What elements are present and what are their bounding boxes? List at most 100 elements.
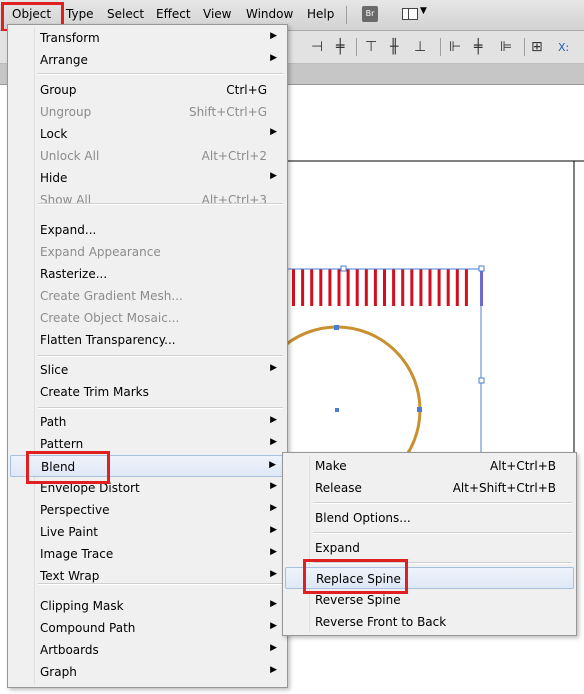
menu-item-label: Rasterize... xyxy=(40,267,108,281)
menu-item-live-paint[interactable]: Live Paint ▶ xyxy=(10,521,285,543)
menu-item-make[interactable]: Make Alt+Ctrl+B xyxy=(285,455,574,477)
shortcut-label: Alt+Ctrl+B xyxy=(490,459,556,473)
menu-item-path[interactable]: Path ▶ xyxy=(10,411,285,433)
submenu-arrow-icon: ▶ xyxy=(270,363,277,373)
blend-step xyxy=(301,269,305,306)
submenu-arrow-icon: ▶ xyxy=(270,171,277,181)
blend-step xyxy=(455,269,459,306)
anchor-point xyxy=(334,325,339,330)
menu-item-group[interactable]: Group Ctrl+G xyxy=(10,79,285,101)
menu-item-artboards[interactable]: Artboards ▶ xyxy=(10,639,285,661)
menu-separator xyxy=(38,355,283,357)
blend-step xyxy=(410,269,414,306)
menu-item-expand[interactable]: Expand... xyxy=(10,219,285,241)
menu-item-hide[interactable]: Hide ▶ xyxy=(10,167,285,189)
menu-item-label: Image Trace xyxy=(40,547,114,561)
submenu-arrow-icon: ▶ xyxy=(270,643,277,653)
blend-step xyxy=(401,269,405,306)
highlight-replace-spine-item xyxy=(303,559,408,594)
menu-item-label: Perspective xyxy=(40,503,110,517)
blend-step xyxy=(464,269,468,306)
menu-item-label: Pattern xyxy=(40,437,84,451)
menu-separator xyxy=(38,73,283,75)
submenu-arrow-icon: ▶ xyxy=(270,481,277,491)
menu-item-unlock-all: Unlock All Alt+Ctrl+2 xyxy=(10,145,285,167)
menu-item-label: Ungroup xyxy=(40,105,92,119)
submenu-arrow-icon: ▶ xyxy=(270,437,277,447)
blend-step xyxy=(355,269,359,306)
anchor-point xyxy=(417,407,422,412)
menu-item-label: Slice xyxy=(40,363,69,377)
blend-step xyxy=(310,269,314,306)
menu-separator xyxy=(38,203,283,205)
submenu-arrow-icon: ▶ xyxy=(270,525,277,535)
submenu-arrow-icon: ▶ xyxy=(270,31,277,41)
menu-item-label: Clipping Mask xyxy=(40,599,124,613)
menu-item-label: Flatten Transparency... xyxy=(40,333,176,347)
shortcut-label: Shift+Ctrl+G xyxy=(188,105,267,119)
menu-item-label: Release xyxy=(315,481,362,495)
menu-item-label: Hide xyxy=(40,171,68,185)
object-menu: Transform ▶ Arrange ▶ Group Ctrl+G Ungroup Shif… xyxy=(7,24,288,688)
menu-item-create-trim-marks[interactable]: Create Trim Marks xyxy=(10,381,285,403)
menu-item-label: Lock xyxy=(40,127,68,141)
blend-step xyxy=(437,269,441,306)
menu-item-label: Compound Path xyxy=(40,621,136,635)
menu-item-label: Text Wrap xyxy=(40,569,100,583)
selection-handle xyxy=(340,265,347,272)
menu-item-compound-path[interactable]: Compound Path ▶ xyxy=(10,617,285,639)
menu-item-clipping-mask[interactable]: Clipping Mask ▶ xyxy=(10,595,285,617)
blend-stripes xyxy=(292,269,468,306)
shortcut-label: Ctrl+G xyxy=(226,83,267,97)
menu-item-label: Make xyxy=(315,459,347,473)
menu-item-transform[interactable]: Transform ▶ xyxy=(10,27,285,49)
menu-item-release[interactable]: Release Alt+Shift+Ctrl+B xyxy=(285,477,574,499)
circle-center-point xyxy=(335,408,339,412)
menu-item-label: Graph xyxy=(40,665,77,679)
menu-item-rasterize[interactable]: Rasterize... xyxy=(10,263,285,285)
menu-item-arrange[interactable]: Arrange ▶ xyxy=(10,49,285,71)
menu-item-lock[interactable]: Lock ▶ xyxy=(10,123,285,145)
submenu-arrow-icon: ▶ xyxy=(270,415,277,425)
blend-step xyxy=(383,269,386,306)
menu-item-expand[interactable]: Expand xyxy=(285,537,574,559)
menu-item-perspective[interactable]: Perspective ▶ xyxy=(10,499,285,521)
menu-item-blend-options[interactable]: Blend Options... xyxy=(285,507,574,529)
menu-item-flatten-transparency[interactable]: Flatten Transparency... xyxy=(10,329,285,351)
blend-step xyxy=(446,269,450,306)
menu-separator xyxy=(313,502,572,504)
menu-item-label: Expand xyxy=(315,541,360,555)
menu-item-show-all: Show All Alt+Ctrl+3 xyxy=(10,189,285,211)
menu-item-graph[interactable]: Graph ▶ xyxy=(10,661,285,683)
menu-item-slice[interactable]: Slice ▶ xyxy=(10,359,285,381)
blend-submenu: Make Alt+Ctrl+B Release Alt+Shift+Ctrl+B Ble… xyxy=(282,452,577,636)
blend-step xyxy=(419,269,423,306)
menu-item-ungroup: Ungroup Shift+Ctrl+G xyxy=(10,101,285,123)
blend-step xyxy=(328,269,332,306)
selection-handle xyxy=(478,377,485,384)
selection-handle xyxy=(478,265,485,272)
menu-separator xyxy=(313,532,572,534)
menu-item-reverse-front-to-back[interactable]: Reverse Front to Back xyxy=(285,611,574,633)
menu-item-expand-appearance: Expand Appearance xyxy=(10,241,285,263)
menu-item-label: Path xyxy=(40,415,67,429)
submenu-arrow-icon: ▶ xyxy=(270,599,277,609)
blend-step xyxy=(337,269,341,306)
menu-item-label: Expand... xyxy=(40,223,97,237)
menu-item-label: Artboards xyxy=(40,643,99,657)
blend-step xyxy=(364,269,368,306)
submenu-arrow-icon: ▶ xyxy=(270,621,277,631)
menu-item-label: Transform xyxy=(40,31,100,45)
blend-step xyxy=(292,269,295,306)
shortcut-label: Alt+Ctrl+2 xyxy=(201,149,267,163)
menu-item-label: Unlock All xyxy=(40,149,100,163)
blend-step xyxy=(346,269,350,306)
submenu-arrow-icon: ▶ xyxy=(270,53,277,63)
menu-separator xyxy=(38,407,283,409)
blend-step xyxy=(392,269,396,306)
submenu-arrow-icon: ▶ xyxy=(270,547,277,557)
menu-item-label: Group xyxy=(40,83,77,97)
menu-item-image-trace[interactable]: Image Trace ▶ xyxy=(10,543,285,565)
menu-item-label: Reverse Spine xyxy=(315,593,401,607)
menu-item-label: Live Paint xyxy=(40,525,99,539)
